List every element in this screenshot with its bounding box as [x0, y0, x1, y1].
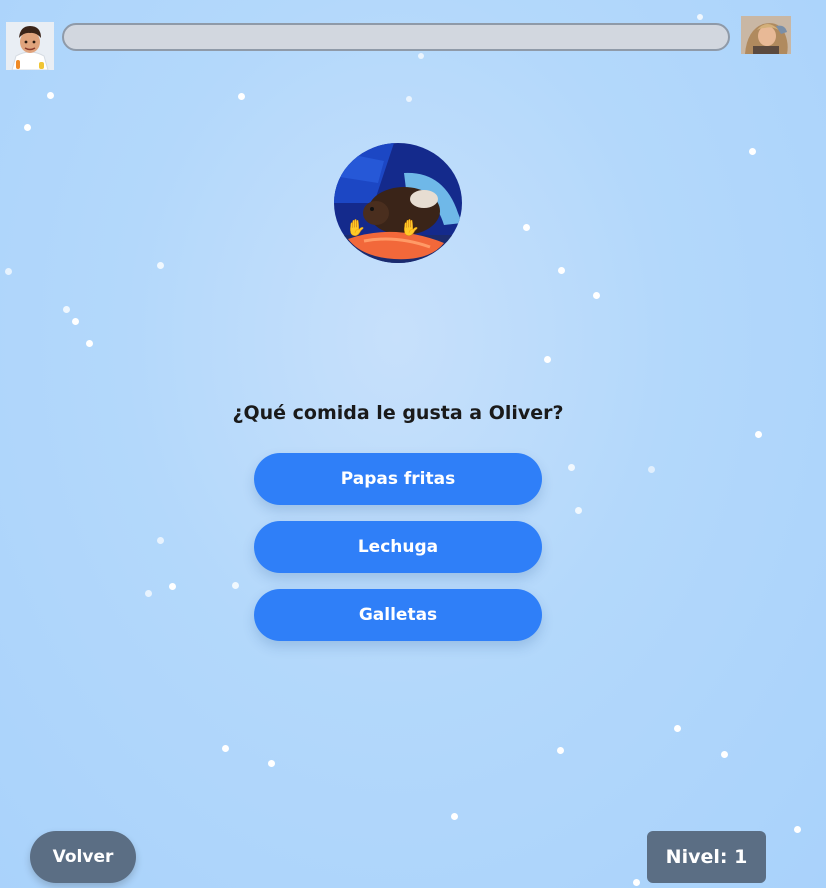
- back-button[interactable]: Volver: [30, 831, 136, 883]
- answer-button-1[interactable]: Papas fritas: [254, 453, 542, 505]
- back-button-label: Volver: [52, 847, 114, 867]
- level-badge: Nivel: 1: [647, 831, 766, 883]
- chef-avatar-icon: [6, 22, 54, 70]
- answer-button-2[interactable]: Lechuga: [254, 521, 542, 573]
- guinea-pig-photo: ✋ ✋: [334, 143, 462, 263]
- question-text: ¿Qué comida le gusta a Oliver?: [232, 402, 564, 424]
- answer-button-3[interactable]: Galletas: [254, 589, 542, 641]
- svg-text:✋: ✋: [400, 218, 420, 237]
- svg-text:✋: ✋: [346, 218, 366, 237]
- answer-label: Lechuga: [357, 537, 439, 557]
- woman-avatar-icon: [741, 16, 791, 54]
- answer-label: Papas fritas: [340, 469, 456, 489]
- level-label: Nivel: 1: [665, 846, 748, 868]
- answer-label: Galletas: [358, 605, 438, 625]
- progress-bar: [62, 23, 730, 51]
